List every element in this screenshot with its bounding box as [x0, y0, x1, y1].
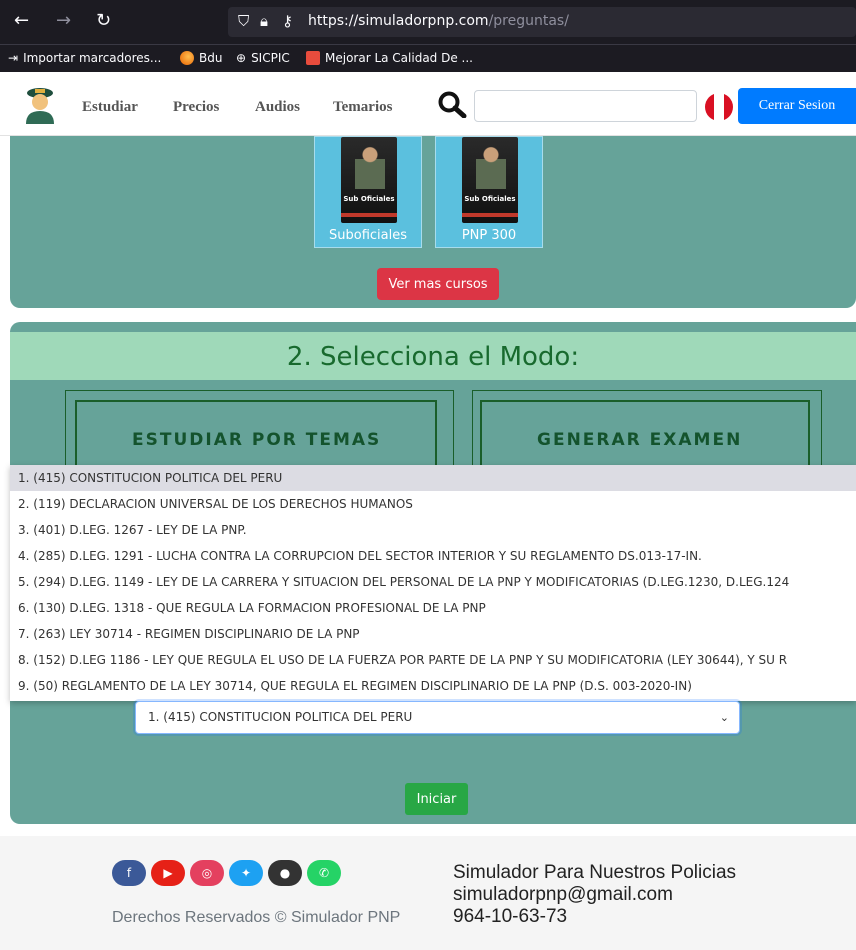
topic-select[interactable]: 1. (415) CONSTITUCION POLITICA DEL PERU …: [135, 701, 740, 734]
instagram-icon[interactable]: ◎: [190, 860, 224, 886]
firefox-icon: [180, 51, 194, 65]
search-input[interactable]: [474, 90, 697, 122]
facebook-icon[interactable]: f: [112, 860, 146, 886]
nav-precios[interactable]: Precios: [173, 99, 219, 116]
contact-email[interactable]: simuladorpnp@gmail.com: [453, 884, 753, 906]
site-name: Simulador Para Nuestros Policias: [453, 862, 737, 883]
github-icon[interactable]: ●: [268, 860, 302, 886]
shield-icon[interactable]: ⛉: [238, 12, 249, 30]
key-icon[interactable]: ⚷: [282, 12, 293, 30]
browser-toolbar: ← → ↻ ⛉ 🔒︎ ⚷ https://simuladorpnp.com/pr…: [0, 0, 856, 44]
topic-dropdown-list: 1. (415) CONSTITUCION POLITICA DEL PERU …: [10, 465, 856, 701]
bookmark-import[interactable]: ⇥ Importar marcadores...: [8, 51, 161, 65]
back-icon[interactable]: ←: [14, 10, 29, 31]
peru-flag-icon[interactable]: [705, 93, 733, 121]
import-icon: ⇥: [8, 51, 19, 65]
topic-option[interactable]: 6. (130) D.LEG. 1318 - QUE REGULA LA FOR…: [10, 595, 856, 621]
footer-contact: Simulador Para Nuestros Policias simulad…: [453, 862, 753, 928]
start-button[interactable]: Iniciar: [405, 783, 468, 815]
search-icon[interactable]: [437, 90, 467, 118]
url-text[interactable]: https://simuladorpnp.com/preguntas/: [308, 13, 569, 29]
copyright-text: Derechos Reservados © Simulador PNP: [112, 909, 401, 926]
contact-phone: 964-10-63-73: [453, 906, 568, 927]
mode-title-bar: 2. Selecciona el Modo:: [10, 332, 856, 380]
site-icon: [306, 51, 320, 65]
mode-label-study[interactable]: ESTUDIAR POR TEMAS: [132, 430, 381, 450]
topic-option[interactable]: 9. (50) REGLAMENTO DE LA LEY 30714, QUE …: [10, 673, 856, 699]
nav-audios[interactable]: Audios: [255, 99, 300, 116]
course-suboficiales[interactable]: Sub Oficiales Suboficiales: [314, 136, 422, 248]
course-cover-image: Sub Oficiales: [341, 137, 397, 223]
more-courses-button[interactable]: Ver mas cursos: [377, 268, 499, 300]
globe-icon: ⊕: [236, 51, 247, 65]
bookmarks-bar: ⇥ Importar marcadores... Bdu ⊕ SICPIC Me…: [0, 44, 856, 72]
topic-option[interactable]: 7. (263) LEY 30714 - REGIMEN DISCIPLINAR…: [10, 621, 856, 647]
mode-title: 2. Selecciona el Modo:: [286, 342, 580, 372]
nav-temarios[interactable]: Temarios: [333, 99, 392, 116]
footer: f ▶ ◎ ✦ ● ✆ Derechos Reservados © Simula…: [0, 836, 856, 950]
topic-option[interactable]: 1. (415) CONSTITUCION POLITICA DEL PERU: [10, 465, 856, 491]
nav-estudiar[interactable]: Estudiar: [82, 99, 138, 116]
youtube-icon[interactable]: ▶: [151, 860, 185, 886]
chevron-down-icon: ⌄: [719, 711, 729, 724]
topic-select-value: 1. (415) CONSTITUCION POLITICA DEL PERU: [148, 710, 413, 724]
reload-icon[interactable]: ↻: [96, 10, 111, 31]
logout-button[interactable]: Cerrar Sesion: [738, 88, 856, 124]
forward-icon[interactable]: →: [56, 10, 71, 31]
site-navbar: Estudiar Precios Audios Temarios Cerrar …: [0, 72, 856, 136]
police-logo-icon[interactable]: [20, 84, 60, 124]
bookmark-bdu[interactable]: Bdu: [180, 51, 222, 65]
topic-option[interactable]: 4. (285) D.LEG. 1291 - LUCHA CONTRA LA C…: [10, 543, 856, 569]
topic-option[interactable]: 5. (294) D.LEG. 1149 - LEY DE LA CARRERA…: [10, 569, 856, 595]
bookmark-mejorar[interactable]: Mejorar La Calidad De ...: [306, 51, 473, 65]
topic-option[interactable]: 2. (119) DECLARACION UNIVERSAL DE LOS DE…: [10, 491, 856, 517]
topic-option[interactable]: 8. (152) D.LEG 1186 - LEY QUE REGULA EL …: [10, 647, 856, 673]
lock-icon[interactable]: 🔒︎: [260, 12, 268, 30]
course-cover-image: Sub Oficiales: [462, 137, 518, 223]
course-pnp-300[interactable]: Sub Oficiales PNP 300: [435, 136, 543, 248]
twitter-icon[interactable]: ✦: [229, 860, 263, 886]
bookmark-sicpic[interactable]: ⊕ SICPIC: [236, 51, 290, 65]
courses-card: Sub Oficiales Suboficiales Sub Oficiales…: [10, 136, 856, 308]
whatsapp-icon[interactable]: ✆: [307, 860, 341, 886]
url-bar[interactable]: ⛉ 🔒︎ ⚷ https://simuladorpnp.com/pregunta…: [228, 7, 856, 37]
topic-option[interactable]: 3. (401) D.LEG. 1267 - LEY DE LA PNP.: [10, 517, 856, 543]
mode-label-exam[interactable]: GENERAR EXAMEN: [537, 430, 742, 450]
